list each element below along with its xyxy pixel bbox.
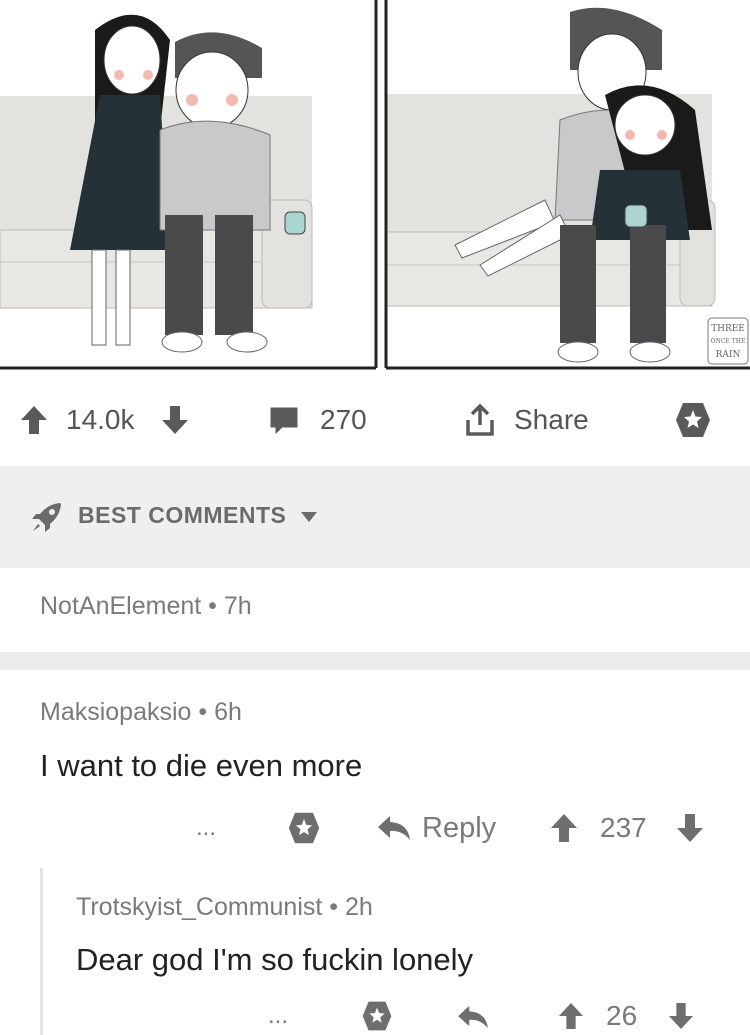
upvote-arrow-icon (558, 1003, 584, 1029)
comment-meta: Maksiopaksio • 6h (40, 698, 242, 727)
reply-arrow-icon (458, 1005, 488, 1029)
post-image[interactable]: THREE ONCE THE RAIN (0, 0, 750, 370)
comment-body: Dear god I'm so fuckin lonely (76, 942, 474, 977)
comment-more-button[interactable]: ... (268, 998, 288, 1034)
share-icon (466, 403, 494, 436)
more-dots: ... (196, 814, 217, 841)
comment-age: 7h (223, 592, 252, 620)
svg-text:ONCE THE: ONCE THE (711, 338, 746, 345)
reply-label: Reply (422, 811, 497, 844)
svg-text:RAIN: RAIN (716, 350, 741, 360)
comment-body: I want to die even more (40, 748, 363, 783)
star-icon (288, 812, 320, 844)
comment-downvote-button[interactable] (676, 806, 704, 850)
share-button[interactable]: Share (464, 385, 589, 455)
star-icon (362, 1001, 392, 1031)
post-score: 14.0k (66, 404, 135, 435)
comment-reply-button[interactable]: Reply (376, 806, 496, 850)
downvote-arrow-icon (677, 814, 703, 842)
comment-divider (0, 652, 750, 670)
comment-save-button[interactable] (360, 998, 394, 1034)
downvote-arrow-icon (668, 1003, 694, 1029)
comment-collapsed[interactable]: NotAnElement • 7h (40, 592, 252, 621)
comment-upvote-button[interactable] (550, 806, 578, 850)
comment-downvote-button[interactable] (668, 998, 694, 1034)
upvote-arrow-icon (551, 814, 577, 842)
reply-arrow-icon (378, 816, 410, 840)
comment-score: 26 (606, 1000, 638, 1031)
comment-upvote-button[interactable] (558, 998, 584, 1034)
comment-meta: Trotskyist_Communist • 2h (76, 893, 373, 922)
comment-age: 6h (214, 698, 242, 726)
comic-panels: THREE ONCE THE RAIN (0, 0, 750, 370)
comment-author[interactable]: Maksiopaksio (40, 698, 191, 726)
rocket-icon (32, 503, 61, 532)
post-upvote-button[interactable] (20, 385, 48, 455)
comment-score: 237 (600, 812, 647, 843)
meta-separator: • (208, 592, 224, 620)
save-star-button[interactable] (674, 385, 712, 455)
comment-more-button[interactable]: ... (196, 808, 216, 848)
comment-reply-button[interactable] (456, 1000, 490, 1034)
comment-author[interactable]: NotAnElement (40, 592, 201, 620)
sort-label: BEST COMMENTS (78, 502, 287, 528)
comment-bubble-icon (270, 407, 298, 434)
artist-signature-logo: THREE ONCE THE RAIN (707, 317, 749, 365)
post-downvote-button[interactable] (161, 385, 189, 455)
comment-save-button[interactable] (286, 808, 322, 848)
upvote-arrow-icon (21, 406, 47, 434)
meta-separator: • (198, 698, 215, 726)
post-comment-count: 270 (320, 404, 367, 435)
chevron-down-icon (301, 512, 317, 522)
svg-text:THREE: THREE (711, 324, 745, 334)
star-icon (676, 403, 710, 437)
downvote-arrow-icon (162, 406, 188, 434)
comment-author[interactable]: Trotskyist_Communist (76, 893, 322, 921)
post-actions-bar: 14.0k 270 Share (0, 385, 750, 455)
comment-sort-bar[interactable]: BEST COMMENTS (0, 466, 750, 568)
meta-separator: • (329, 893, 345, 921)
more-dots: ... (268, 1002, 289, 1029)
reply-thread-line (40, 868, 43, 1035)
share-label: Share (514, 404, 589, 435)
post-comments-button[interactable]: 270 (268, 385, 367, 455)
comment-age: 2h (345, 893, 373, 921)
